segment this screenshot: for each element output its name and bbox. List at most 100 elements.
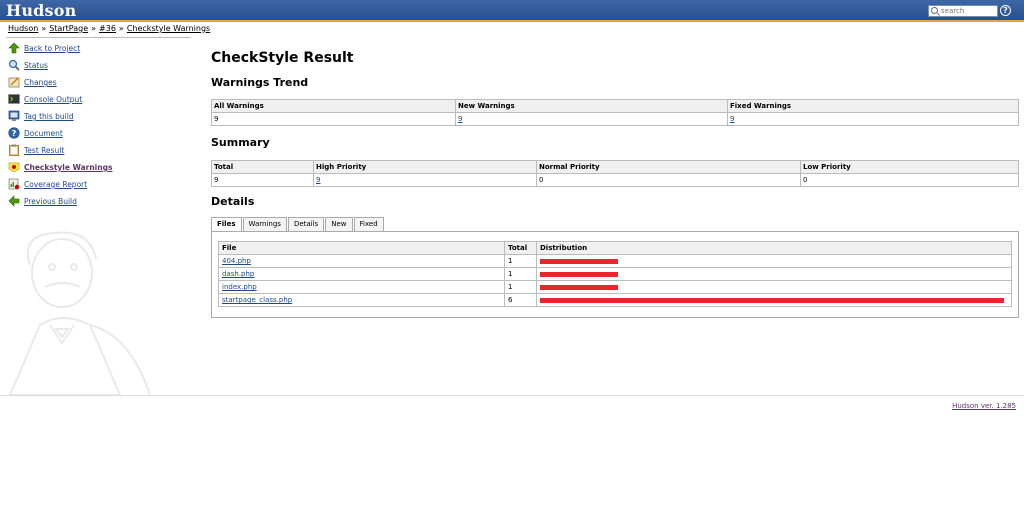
high-priority-link[interactable]: 9	[316, 176, 320, 184]
distribution-cell	[536, 280, 1012, 294]
distribution-bar	[540, 297, 1004, 303]
footer: Hudson ver. 1.285	[952, 402, 1016, 410]
sidebar-item-status[interactable]: Status	[6, 57, 190, 74]
summary-heading: Summary	[211, 136, 270, 149]
details-heading: Details	[211, 195, 255, 208]
sidebar-item-label[interactable]: Coverage Report	[24, 180, 87, 189]
tag-monitor-icon	[8, 110, 20, 121]
table-header: File	[218, 241, 505, 255]
sidebar-item-console-output[interactable]: Console Output	[6, 91, 190, 108]
sidebar-item-previous-build[interactable]: Previous Build	[6, 193, 190, 210]
sidebar-item-back-to-project[interactable]: Back to Project	[6, 40, 190, 57]
low-priority-value: 0	[800, 173, 1019, 187]
breadcrumb-divider	[6, 37, 190, 38]
sidebar-item-label[interactable]: Back to Project	[24, 44, 80, 53]
sidebar-item-document[interactable]: ? Document	[6, 125, 190, 142]
tab-new[interactable]: New	[325, 217, 353, 232]
table-header: Total	[211, 160, 314, 174]
files-tab-panel: File Total Distribution 404.php 1 dash.php…	[211, 231, 1019, 318]
coverage-report-icon	[8, 178, 20, 190]
tab-files[interactable]: Files	[211, 217, 242, 232]
tab-details[interactable]: Details	[287, 217, 325, 232]
table-row: dash.php 1	[218, 267, 1012, 281]
new-warnings-link[interactable]: 9	[458, 115, 462, 123]
sidebar-item-checkstyle-warnings[interactable]: Checkstyle Warnings	[6, 159, 190, 176]
fixed-warnings-link[interactable]: 9	[730, 115, 734, 123]
warnings-trend-heading: Warnings Trend	[211, 76, 309, 89]
up-arrow-icon	[8, 42, 20, 54]
table-header: Fixed Warnings	[727, 99, 1019, 113]
hudson-butler-mascot	[8, 231, 151, 395]
file-cell: index.php	[218, 280, 505, 294]
file-total: 1	[504, 267, 537, 281]
search-icon	[931, 7, 938, 14]
sidebar-item-label[interactable]: Tag this build	[24, 112, 74, 121]
table-row: startpage_class.php 6	[218, 293, 1012, 307]
table-header: Normal Priority	[536, 160, 801, 174]
left-arrow-icon	[8, 195, 20, 207]
sidebar-item-label[interactable]: Status	[24, 61, 48, 70]
help-icon[interactable]: ?	[1000, 5, 1011, 16]
checkstyle-icon	[8, 162, 20, 173]
breadcrumb: Hudson» StartPage» #36» Checkstyle Warnings	[8, 24, 210, 33]
files-table: File Total Distribution 404.php 1 dash.php…	[218, 241, 1012, 307]
breadcrumb-build[interactable]: #36	[99, 24, 116, 33]
table-header: All Warnings	[211, 99, 456, 113]
sidebar-item-test-result[interactable]: Test Result	[6, 142, 190, 159]
table-header: Total	[504, 241, 537, 255]
file-total: 6	[504, 293, 537, 307]
file-link[interactable]: index.php	[222, 283, 257, 291]
help-document-icon: ?	[8, 127, 20, 139]
table-header: New Warnings	[455, 99, 728, 113]
table-row: index.php 1	[218, 280, 1012, 294]
hudson-version-link[interactable]: Hudson ver. 1.285	[952, 402, 1016, 410]
search-box[interactable]	[928, 5, 998, 17]
breadcrumb-separator: »	[41, 24, 47, 33]
file-link[interactable]: startpage_class.php	[222, 296, 292, 304]
distribution-cell	[536, 293, 1012, 307]
sidebar-item-label[interactable]: Previous Build	[24, 197, 77, 206]
sidebar-item-tag-this-build[interactable]: Tag this build	[6, 108, 190, 125]
details-tabs: Files Warnings Details New Fixed	[211, 217, 385, 232]
table-header: Low Priority	[800, 160, 1019, 174]
hudson-logo[interactable]: Hudson	[6, 1, 76, 20]
file-link[interactable]: 404.php	[222, 257, 251, 265]
file-total: 1	[504, 254, 537, 268]
distribution-bar	[540, 284, 618, 290]
distribution-cell	[536, 254, 1012, 268]
breadcrumb-checkstyle[interactable]: Checkstyle Warnings	[127, 24, 210, 33]
all-warnings-value: 9	[211, 112, 456, 126]
svg-text:?: ?	[12, 129, 17, 138]
clipboard-icon	[9, 144, 19, 156]
side-panel: Back to Project Status Changes Console O…	[6, 40, 190, 210]
summary-table: Total High Priority Normal Priority Low …	[211, 160, 1019, 187]
file-cell: 404.php	[218, 254, 505, 268]
distribution-cell	[536, 267, 1012, 281]
warnings-trend-table: All Warnings New Warnings Fixed Warnings…	[211, 99, 1019, 126]
table-row: 404.php 1	[218, 254, 1012, 268]
tab-fixed[interactable]: Fixed	[353, 217, 384, 232]
sidebar-item-label[interactable]: Console Output	[24, 95, 82, 104]
sidebar-item-label[interactable]: Test Result	[24, 146, 64, 155]
sidebar-item-label[interactable]: Checkstyle Warnings	[24, 163, 112, 172]
file-cell: dash.php	[218, 267, 505, 281]
breadcrumb-startpage[interactable]: StartPage	[49, 24, 88, 33]
table-header: Distribution	[536, 241, 1012, 255]
magnifier-icon	[8, 59, 20, 71]
table-header: High Priority	[313, 160, 537, 174]
top-header: Hudson ?	[0, 0, 1024, 22]
sidebar-item-label[interactable]: Changes	[24, 78, 57, 87]
notepad-icon	[8, 77, 20, 88]
sidebar-item-coverage-report[interactable]: Coverage Report	[6, 176, 190, 193]
sidebar-item-changes[interactable]: Changes	[6, 74, 190, 91]
breadcrumb-hudson[interactable]: Hudson	[8, 24, 38, 33]
page-title: CheckStyle Result	[211, 50, 354, 66]
file-total: 1	[504, 280, 537, 294]
file-link[interactable]: dash.php	[222, 270, 254, 278]
distribution-bar	[540, 258, 618, 264]
sidebar-item-label[interactable]: Document	[24, 129, 63, 138]
footer-divider	[0, 395, 1024, 396]
file-cell: startpage_class.php	[218, 293, 505, 307]
tab-warnings[interactable]: Warnings	[242, 217, 287, 232]
search-input[interactable]	[941, 6, 997, 16]
